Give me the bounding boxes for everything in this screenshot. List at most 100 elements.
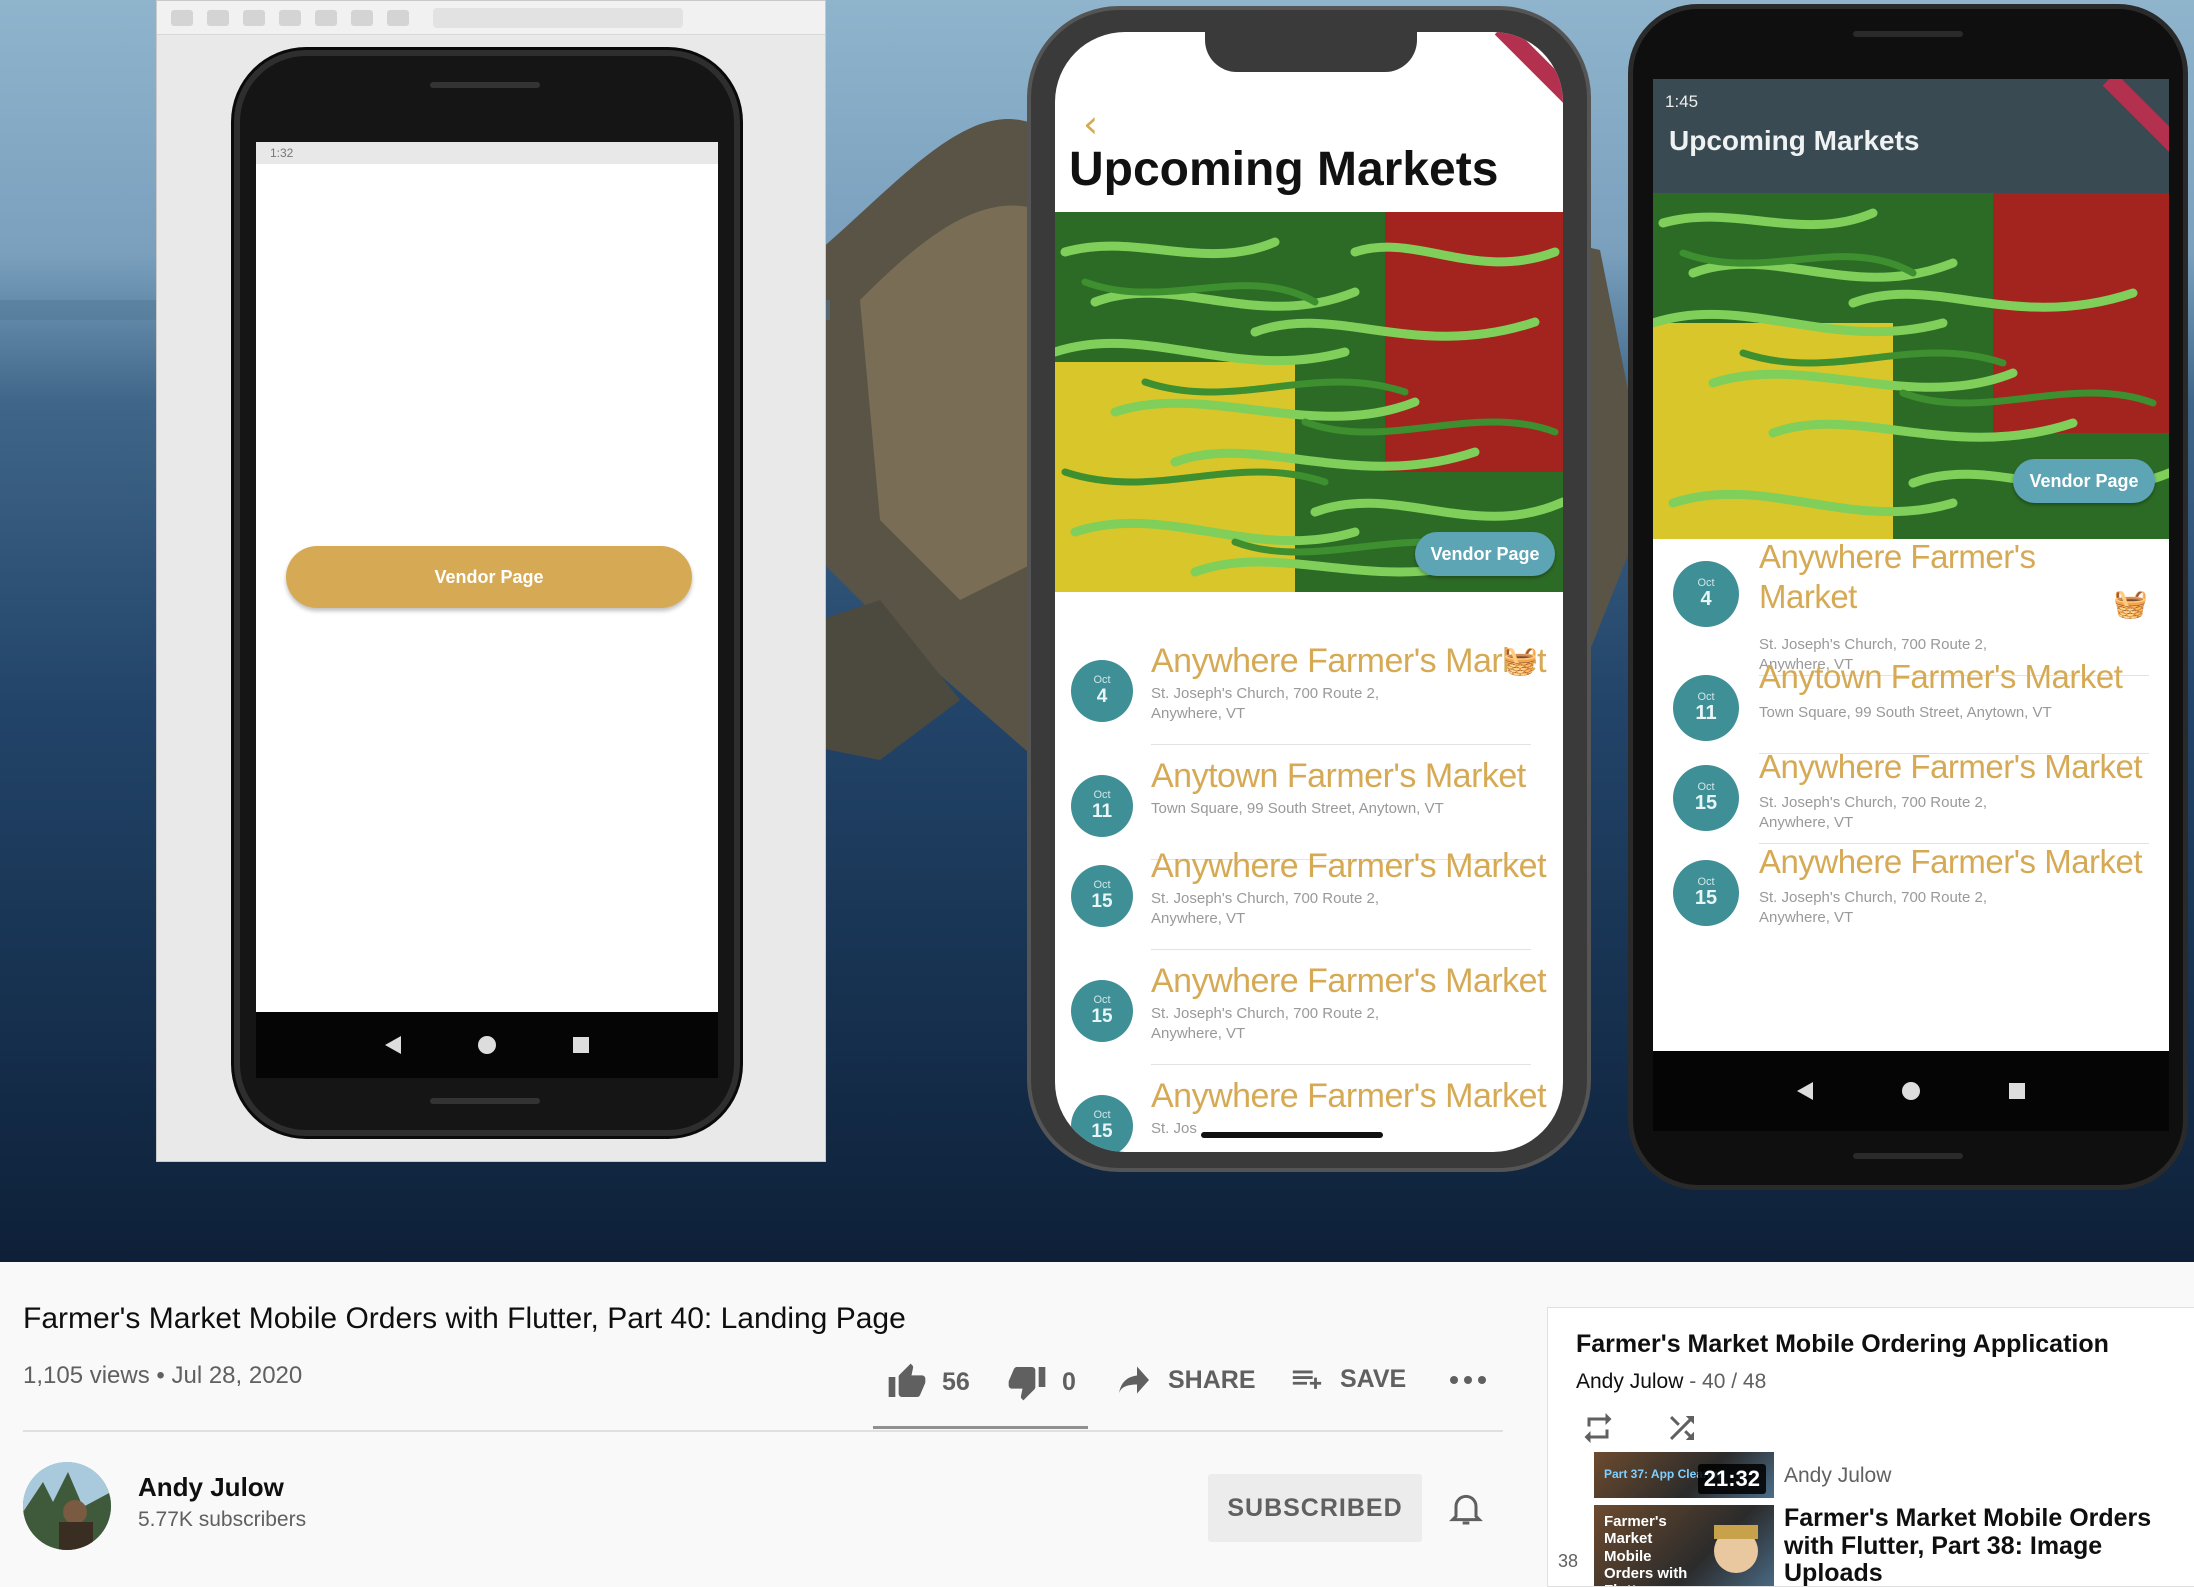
divider: [23, 1430, 1503, 1432]
recents-icon[interactable]: [2008, 1083, 2025, 1099]
market-name: Anywhere Farmer's Market: [1151, 642, 1547, 680]
playlist-owner[interactable]: Andy Julow: [1576, 1370, 1683, 1393]
market-list-item[interactable]: Oct 4 Anywhere Farmer's Market St. Josep…: [1653, 538, 2169, 673]
market-name: Anywhere Farmer's Market: [1151, 962, 1547, 1000]
basket-icon[interactable]: 🧺: [2113, 587, 2148, 620]
vendor-page-button[interactable]: Vendor Page: [286, 546, 692, 608]
playlist-add-icon: [1292, 1370, 1322, 1389]
loop-button[interactable]: [1578, 1410, 1618, 1451]
save-button[interactable]: SAVE: [1288, 1362, 1406, 1396]
thumbs-up-icon: [888, 1363, 926, 1397]
market-address: St. Jos: [1151, 1119, 1197, 1139]
date-day: 11: [1695, 702, 1717, 725]
address-line-2: Anywhere, VT: [1759, 908, 1854, 926]
home-icon[interactable]: [477, 1036, 496, 1054]
vendor-page-button[interactable]: Vendor Page: [1415, 532, 1555, 576]
address-line-1: St. Joseph's Church, 700 Route 2,: [1151, 1005, 1379, 1022]
video-player[interactable]: 1:32 Vendor Page ‹ Upcoming Markets Vend…: [0, 0, 2194, 1262]
toolbar-search[interactable]: [433, 7, 683, 28]
toolbar-icon[interactable]: [243, 9, 265, 26]
address-line-2: Anywhere, VT: [1151, 704, 1246, 722]
status-bar: 1:32: [256, 142, 718, 164]
market-list-item[interactable]: Oct 15 Anywhere Farmer's Market St. Jose…: [1055, 847, 1563, 957]
playlist-thumbnail: Farmer's Market Mobile Orders with Flutt…: [1594, 1505, 1774, 1586]
date-badge: Oct 4: [1071, 660, 1133, 722]
market-name: Anywhere Farmer's Market: [1151, 847, 1547, 885]
home-indicator: [1201, 1132, 1383, 1138]
speaker: [1853, 31, 1963, 37]
date-day: 4: [1700, 588, 1712, 611]
ide-toolbar: [157, 1, 825, 35]
status-bar: 1:45: [1653, 79, 2169, 125]
chevron-left-icon[interactable]: ‹: [1083, 102, 1098, 146]
market-list-item[interactable]: Oct 4 Anywhere Farmer's Market St. Josep…: [1055, 642, 1563, 752]
market-list-item[interactable]: Oct 15 Anywhere Farmer's Market St. Jose…: [1055, 962, 1563, 1072]
toolbar-icon[interactable]: [351, 9, 373, 26]
list-divider: [1151, 949, 1531, 950]
address-line-1: St. Joseph's Church, 700 Route 2,: [1151, 685, 1379, 702]
page-title: Upcoming Markets: [1069, 143, 1499, 196]
debug-banner: [1494, 32, 1563, 113]
date-day: 15: [1694, 887, 1718, 910]
toolbar-icon[interactable]: [387, 9, 409, 26]
date-day: 11: [1091, 800, 1113, 822]
date-badge: Oct 15: [1071, 1095, 1133, 1152]
date-badge: Oct 15: [1071, 865, 1133, 927]
subscribed-button[interactable]: SUBSCRIBED: [1208, 1474, 1422, 1542]
playlist-item[interactable]: Part 37: App Cleanup 21:32 Andy Julow: [1548, 1452, 2194, 1500]
vendor-page-button[interactable]: Vendor Page: [2013, 459, 2155, 503]
notification-bell-button[interactable]: [1446, 1488, 1486, 1533]
date-month: Oct: [1697, 690, 1715, 703]
market-address: St. Joseph's Church, 700 Route 2, Anywhe…: [1759, 888, 1987, 927]
share-button[interactable]: SHARE: [1114, 1362, 1256, 1398]
date-month: Oct: [1697, 576, 1715, 589]
playlist-item-index: 38: [1558, 1551, 1579, 1571]
market-name: Anytown Farmer's Market: [1759, 657, 2123, 697]
channel-name[interactable]: Andy Julow: [138, 1472, 284, 1503]
toolbar-icon[interactable]: [315, 9, 337, 26]
iphone-simulator: ‹ Upcoming Markets Vendor Page Oct 4 Any…: [1027, 6, 1591, 1172]
more-actions-button[interactable]: [1448, 1370, 1488, 1390]
toolbar-icon[interactable]: [279, 9, 301, 26]
android-emulator-left: 1:32 Vendor Page: [234, 50, 740, 1136]
toolbar-icon[interactable]: [207, 9, 229, 26]
date-badge: Oct 15: [1673, 765, 1739, 831]
playlist-item[interactable]: 38 Farmer's Market Mobile Orders with Fl…: [1548, 1504, 2194, 1586]
playlist-thumbnail: Part 37: App Cleanup 21:32: [1594, 1452, 1774, 1498]
back-icon[interactable]: [1797, 1082, 1814, 1100]
shuffle-button[interactable]: [1662, 1410, 1702, 1451]
date-badge: Oct 15: [1071, 980, 1133, 1042]
channel-avatar[interactable]: [23, 1462, 111, 1550]
android-emulator-right: 1:45 Upcoming Markets Vendor Page Oct 4 …: [1628, 4, 2188, 1190]
market-address: St. Joseph's Church, 700 Route 2, Anywhe…: [1151, 684, 1379, 723]
status-time: 1:32: [270, 146, 294, 160]
dislike-button[interactable]: 0: [1006, 1362, 1076, 1402]
app-bar: 1:45 Upcoming Markets: [1653, 79, 2169, 193]
address-line-1: Town Square, 99 South Street, Anytown, V…: [1151, 800, 1444, 817]
address-line-1: St. Joseph's Church, 700 Route 2,: [1151, 890, 1379, 907]
recents-icon[interactable]: [573, 1037, 590, 1053]
toolbar-icon[interactable]: [171, 9, 193, 26]
market-name-line-1: Anywhere Farmer's: [1759, 538, 2036, 575]
market-list-item[interactable]: Oct 15 Anywhere Farmer's Market St. Jos: [1055, 1077, 1563, 1152]
market-list-item[interactable]: Oct 15 Anywhere Farmer's Market St. Jose…: [1653, 843, 2169, 964]
address-line-1: Town Square, 99 South Street, Anytown, V…: [1759, 704, 2052, 721]
like-button[interactable]: 56: [886, 1362, 970, 1402]
market-name: Anywhere Farmer's Market: [1759, 842, 2143, 882]
date-month: Oct: [1093, 789, 1111, 802]
speaker: [430, 1098, 540, 1104]
market-name-line-1: Anytown Farmer's Market: [1759, 658, 2123, 695]
market-name-line-1: Anywhere Farmer's Market: [1759, 748, 2143, 785]
back-icon[interactable]: [384, 1036, 401, 1054]
video-title: Farmer's Market Mobile Orders with Flutt…: [23, 1302, 906, 1335]
playlist-title[interactable]: Farmer's Market Mobile Ordering Applicat…: [1576, 1330, 2109, 1359]
like-count: 56: [942, 1367, 970, 1396]
hero-image-green-beans: Vendor Page: [1653, 193, 2169, 539]
android-nav-bar: [256, 1012, 718, 1078]
loop-icon: [1584, 1413, 1612, 1443]
home-icon[interactable]: [1901, 1082, 1920, 1100]
avatar-image: [23, 1462, 111, 1550]
basket-icon[interactable]: 🧺: [1503, 644, 1538, 677]
playlist-position: - 40 / 48: [1683, 1370, 1767, 1393]
like-dislike-ratio-bar: [873, 1426, 1088, 1429]
